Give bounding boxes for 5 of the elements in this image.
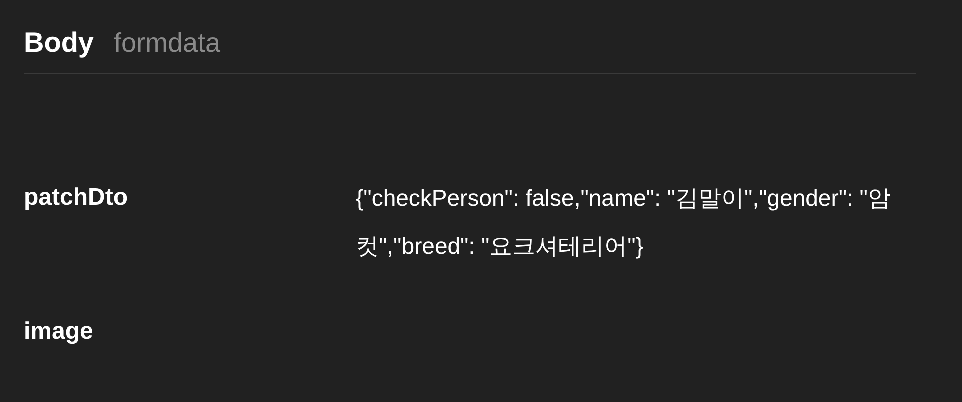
field-name: image [24, 317, 94, 347]
field-value: {"checkPerson": false,"name": "김말이","gender": "암컷","breed": "요크셔테리어"} [356, 184, 892, 261]
body-type-label: formdata [114, 27, 221, 60]
field-name: patchDto [24, 183, 129, 213]
body-heading: Body [24, 26, 94, 60]
